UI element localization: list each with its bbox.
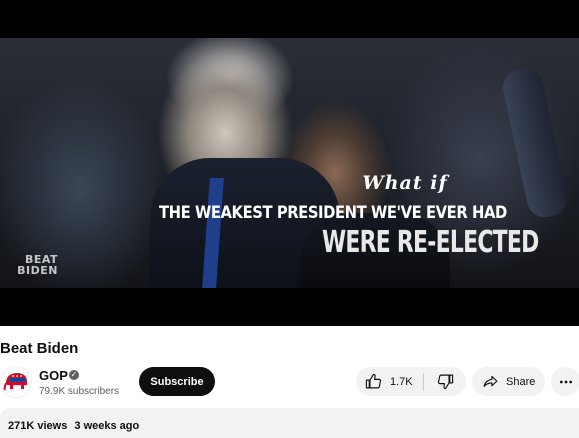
video-overlay-line-3: WERE RE-ELECTED <box>322 225 539 260</box>
video-player[interactable]: What if THE WEAKEST PRESIDENT WE'VE EVER… <box>0 0 579 326</box>
subscribe-button[interactable]: Subscribe <box>139 367 215 396</box>
share-button[interactable]: Share <box>472 367 545 396</box>
video-overlay-line-1: What if <box>362 172 448 194</box>
like-dislike-group: 1.7K <box>356 367 466 396</box>
verified-check-icon: ✓ <box>69 370 79 380</box>
view-count: 271K views <box>8 420 68 432</box>
video-overlay-line-2: THE WEAKEST PRESIDENT WE'VE EVER HAD <box>159 203 507 223</box>
share-label: Share <box>506 375 536 388</box>
share-arrow-icon <box>483 375 498 388</box>
beat-biden-logo: BEAT BIDEN <box>4 254 58 276</box>
upload-age: 3 weeks ago <box>74 420 140 432</box>
republican-elephant-icon <box>2 368 30 396</box>
thumbs-down-icon <box>437 374 453 390</box>
like-button[interactable]: 1.7K <box>356 367 423 396</box>
like-count: 1.7K <box>390 375 413 388</box>
channel-name[interactable]: GOP <box>39 368 68 383</box>
raised-arm <box>499 65 571 221</box>
subscriber-count: 79.9K subscribers <box>39 386 120 397</box>
video-metadata: 271K views 3 weeks ago <box>8 420 139 432</box>
logo-line-2: BIDEN <box>17 264 58 277</box>
video-title: Beat Biden <box>0 340 79 357</box>
thumbs-up-icon <box>365 373 382 389</box>
channel-avatar[interactable] <box>0 366 32 398</box>
dislike-button[interactable] <box>424 367 466 396</box>
more-actions-button[interactable] <box>551 367 579 396</box>
more-horizontal-icon <box>559 380 572 383</box>
